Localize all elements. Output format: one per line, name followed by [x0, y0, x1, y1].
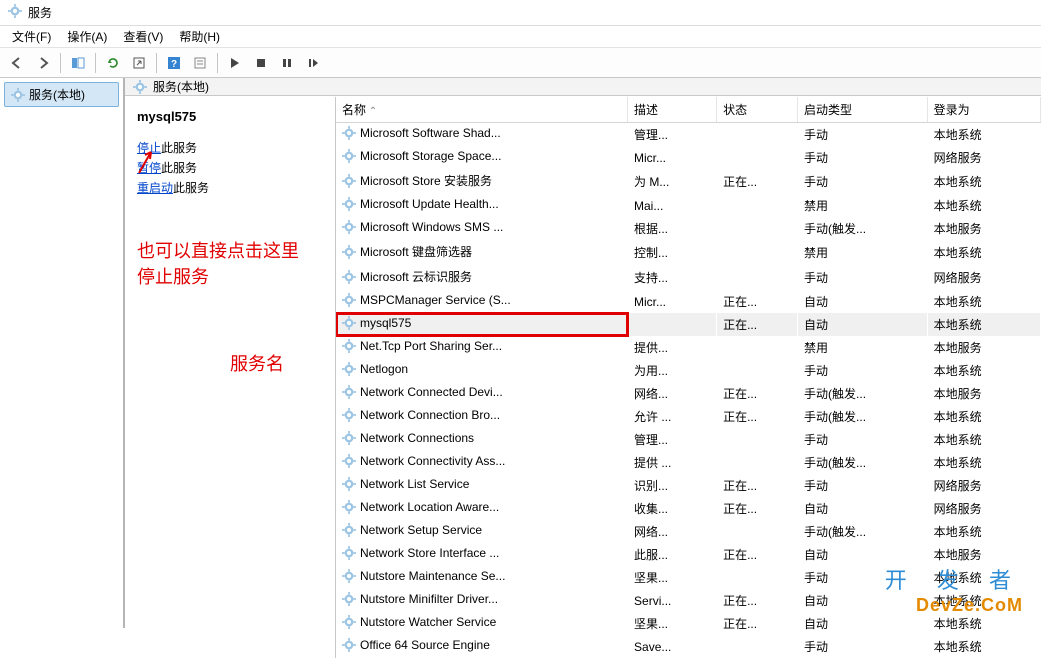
services-icon	[11, 88, 25, 102]
service-name-cell: Microsoft 云标识服务	[360, 270, 472, 284]
service-name-cell: Nutstore Minifilter Driver...	[360, 592, 498, 606]
window-title: 服务	[28, 4, 52, 21]
service-name-cell: Microsoft Software Shad...	[360, 126, 501, 140]
service-name-cell: Net.Tcp Port Sharing Ser...	[360, 339, 502, 353]
service-row[interactable]: Microsoft 云标识服务支持...手动网络服务	[336, 265, 1041, 290]
stop-link[interactable]: 停止	[137, 141, 161, 155]
refresh-button[interactable]	[102, 52, 124, 74]
restart-link[interactable]: 重启动	[137, 181, 173, 195]
pane-header-title: 服务(本地)	[153, 78, 209, 95]
column-name[interactable]: 名称	[336, 97, 628, 123]
service-row[interactable]: Network List Service识别...正在...手动网络服务	[336, 474, 1041, 497]
service-row[interactable]: Network Connectivity Ass...提供 ...手动(触发..…	[336, 451, 1041, 474]
service-name-cell: Network Store Interface ...	[360, 546, 499, 560]
properties-button[interactable]	[189, 52, 211, 74]
service-row[interactable]: Microsoft Software Shad...管理...手动本地系统	[336, 123, 1041, 147]
start-service-button[interactable]	[224, 52, 246, 74]
menu-view[interactable]: 查看(V)	[115, 25, 171, 48]
service-name-cell: Network Connectivity Ass...	[360, 454, 505, 468]
show-hide-tree-button[interactable]	[67, 52, 89, 74]
pause-link[interactable]: 暂停	[137, 161, 161, 175]
column-header-row[interactable]: 名称 描述 状态 启动类型 登录为	[336, 97, 1041, 123]
service-row[interactable]: Office 64 Source EngineSave...手动本地系统	[336, 635, 1041, 658]
export-button[interactable]	[128, 52, 150, 74]
menu-file[interactable]: 文件(F)	[4, 25, 59, 48]
restart-service-button[interactable]	[302, 52, 324, 74]
action-pane: mysql575 停止此服务 暂停此服务 重启动此服务 也可以直接点击这里 停止…	[125, 97, 335, 658]
forward-button[interactable]	[32, 52, 54, 74]
service-row[interactable]: Netlogon为用...手动本地系统	[336, 359, 1041, 382]
pane-header: 服务(本地)	[125, 78, 1041, 96]
service-row[interactable]: Microsoft 键盘筛选器控制...禁用本地系统	[336, 240, 1041, 265]
service-name-cell: Network List Service	[360, 477, 469, 491]
service-row[interactable]: Net.Tcp Port Sharing Ser...提供...禁用本地服务	[336, 336, 1041, 359]
service-name-cell: Microsoft 键盘筛选器	[360, 245, 472, 259]
tree-root-label: 服务(本地)	[29, 86, 85, 103]
service-name-cell: Microsoft Update Health...	[360, 197, 499, 211]
service-row[interactable]: Network Setup Service网络...手动(触发...本地系统	[336, 520, 1041, 543]
back-button[interactable]	[6, 52, 28, 74]
service-name-cell: Network Setup Service	[360, 523, 482, 537]
service-name-cell: Microsoft Windows SMS ...	[360, 220, 503, 234]
service-row[interactable]: Network Connection Bro...允许 ...正在...手动(触…	[336, 405, 1041, 428]
menu-action[interactable]: 操作(A)	[59, 25, 115, 48]
service-row[interactable]: Network Connected Devi...网络...正在...手动(触发…	[336, 382, 1041, 405]
service-name-cell: Network Connections	[360, 431, 474, 445]
toolbar: ?	[0, 48, 1041, 78]
service-row[interactable]: Microsoft Windows SMS ...根据...手动(触发...本地…	[336, 217, 1041, 240]
column-logon[interactable]: 登录为	[927, 97, 1040, 123]
services-icon	[133, 80, 147, 94]
stop-service-button[interactable]	[250, 52, 272, 74]
column-startup[interactable]: 启动类型	[798, 97, 928, 123]
svg-text:?: ?	[171, 59, 177, 70]
annotation-service-name: 服务名	[230, 350, 284, 376]
help-button[interactable]: ?	[163, 52, 185, 74]
service-row[interactable]: Microsoft Store 安装服务为 M...正在...手动本地系统	[336, 169, 1041, 194]
annotation-hint: 也可以直接点击这里 停止服务	[137, 238, 323, 290]
service-name-cell: Network Location Aware...	[360, 500, 499, 514]
column-desc[interactable]: 描述	[628, 97, 717, 123]
service-name-cell: mysql575	[360, 316, 411, 330]
watermark: 开 发 者 DevZe.CoM	[885, 563, 1023, 616]
column-status[interactable]: 状态	[717, 97, 798, 123]
service-row[interactable]: Network Connections管理...手动本地系统	[336, 428, 1041, 451]
service-name-cell: Nutstore Watcher Service	[360, 615, 496, 629]
service-name-cell: Office 64 Source Engine	[360, 638, 490, 652]
title-bar: 服务	[0, 0, 1041, 26]
menu-bar: 文件(F) 操作(A) 查看(V) 帮助(H)	[0, 26, 1041, 48]
service-row[interactable]: Microsoft Update Health...Mai...禁用本地系统	[336, 194, 1041, 217]
service-name-cell: Network Connection Bro...	[360, 408, 500, 422]
menu-help[interactable]: 帮助(H)	[171, 25, 228, 48]
service-name-cell: Nutstore Maintenance Se...	[360, 569, 505, 583]
tree-root-item[interactable]: 服务(本地)	[4, 82, 119, 107]
tree-pane: 服务(本地)	[0, 78, 125, 628]
service-row[interactable]: Microsoft Storage Space...Micr...手动网络服务	[336, 146, 1041, 169]
service-row[interactable]: mysql575正在...自动本地系统	[336, 313, 1041, 336]
service-row[interactable]: MSPCManager Service (S...Micr...正在...自动本…	[336, 290, 1041, 313]
service-name-cell: Network Connected Devi...	[360, 385, 503, 399]
selected-service-name: mysql575	[137, 109, 323, 124]
service-name-cell: Microsoft Store 安装服务	[360, 174, 492, 188]
service-name-cell: Netlogon	[360, 362, 408, 376]
pause-service-button[interactable]	[276, 52, 298, 74]
service-name-cell: Microsoft Storage Space...	[360, 149, 501, 163]
app-icon	[8, 4, 22, 21]
service-row[interactable]: Network Location Aware...收集...正在...自动网络服…	[336, 497, 1041, 520]
service-name-cell: MSPCManager Service (S...	[360, 293, 511, 307]
